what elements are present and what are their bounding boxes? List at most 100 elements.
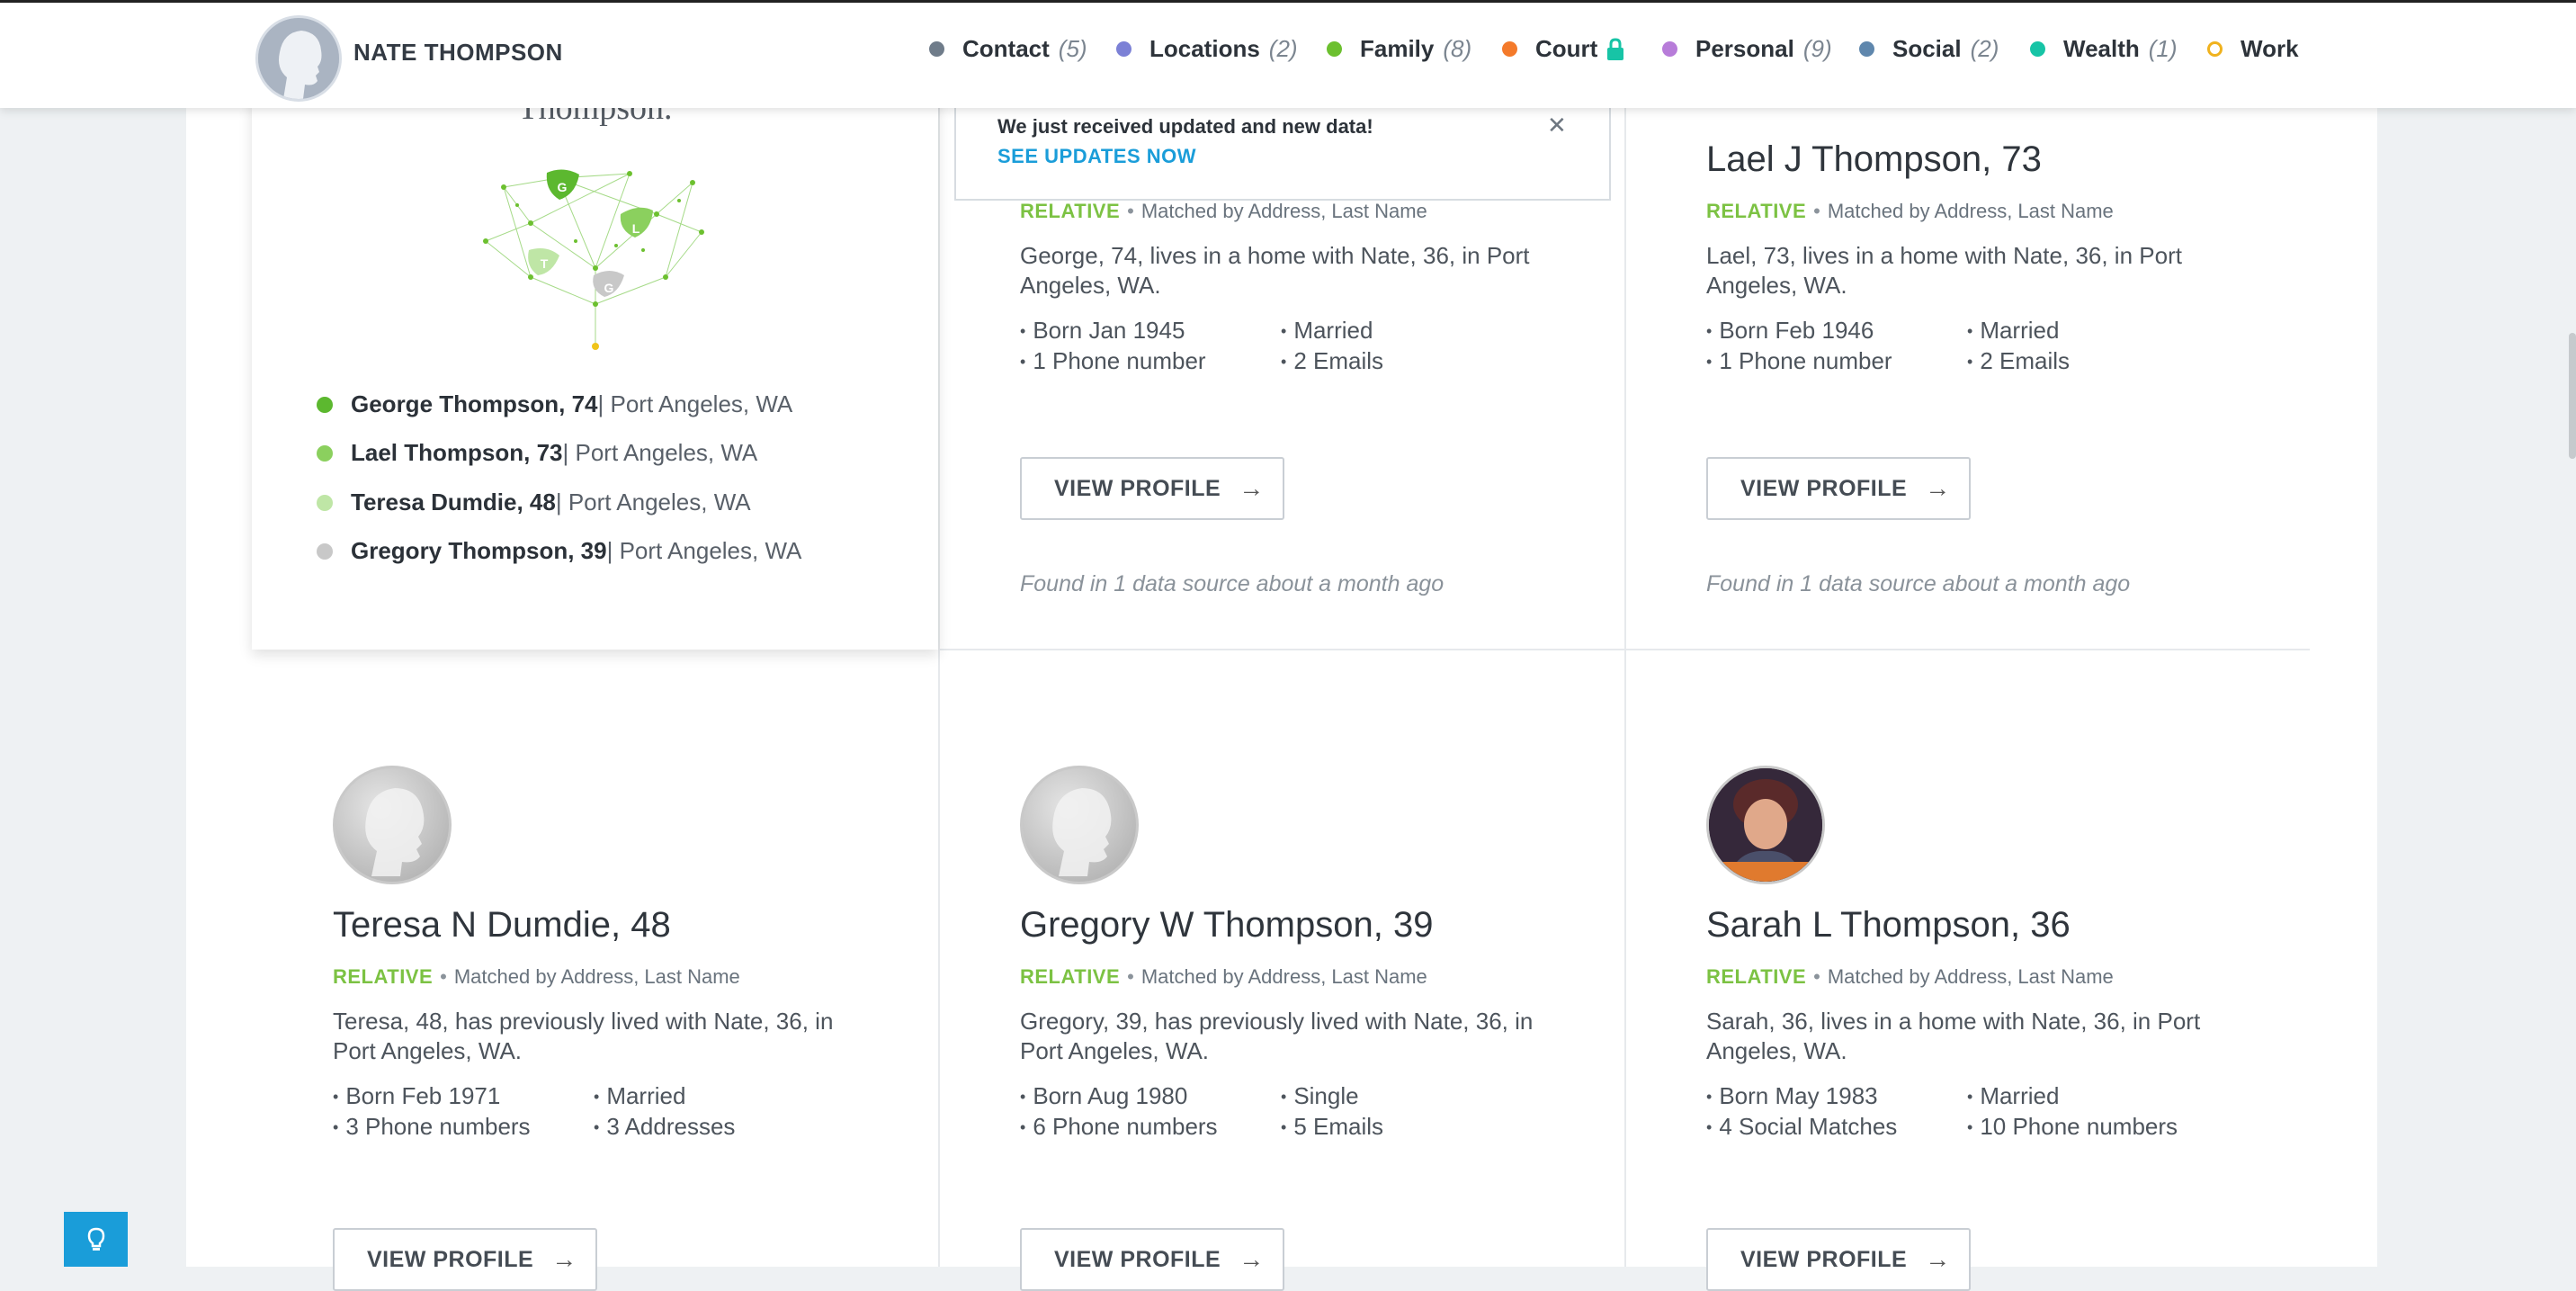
family-tree-graphic: G L T G <box>483 169 704 350</box>
fact-item: Born Feb 1946 <box>1706 317 1874 345</box>
nav-family[interactable]: Family (8) <box>1327 35 1471 63</box>
fact-item: Married <box>1967 1082 2059 1110</box>
relative-item[interactable]: Lael Thompson, 73 | Port Angeles, WA <box>317 439 757 467</box>
close-icon[interactable]: ✕ <box>1547 112 1567 139</box>
nav-personal[interactable]: Personal (9) <box>1662 35 1832 63</box>
fact-item: Married <box>1281 317 1373 345</box>
card-description: Teresa, 48, has previously lived with Na… <box>333 1008 834 1064</box>
relative-card-sarah: Sarah L Thompson, 36 RELATIVE • Matched by… <box>1706 766 2282 1291</box>
nav-label: Wealth <box>2063 35 2140 62</box>
nav-label: Locations <box>1149 35 1260 62</box>
person-avatar[interactable] <box>1020 766 1139 884</box>
column-divider <box>1624 105 1626 1267</box>
nav-court[interactable]: Court <box>1502 35 1624 63</box>
view-profile-button[interactable]: VIEW PROFILE → <box>1706 1228 1971 1291</box>
relative-tag: RELATIVE <box>1020 965 1121 988</box>
relative-item[interactable]: Gregory Thompson, 39 | Port Angeles, WA <box>317 537 801 565</box>
profile-silhouette-icon <box>365 788 425 876</box>
relative-name: Lael Thompson, 73 <box>351 439 563 466</box>
fact-item: Married <box>594 1082 685 1110</box>
profile-silhouette-icon <box>258 18 339 99</box>
relative-card-gregory: Gregory W Thompson, 39 RELATIVE • Matched … <box>1020 766 1596 1291</box>
fact-item: 5 Emails <box>1281 1113 1383 1141</box>
tree-leaf-label: G <box>604 281 614 295</box>
fact-item: Born Jan 1945 <box>1020 317 1185 345</box>
nav-count: (2) <box>1268 35 1298 62</box>
tree-leaf-label: L <box>632 221 640 236</box>
card-description: Lael, 73, lives in a home with Nate, 36,… <box>1706 242 2182 299</box>
relative-color-dot <box>317 444 333 462</box>
nav-social[interactable]: Social (2) <box>1859 35 1999 63</box>
relative-color-dot <box>317 396 333 413</box>
relative-location: | Port Angeles, WA <box>562 439 758 466</box>
view-profile-label: VIEW PROFILE <box>1740 475 1908 501</box>
nav-count: (1) <box>2148 35 2178 62</box>
see-updates-link[interactable]: SEE UPDATES NOW <box>997 145 1196 168</box>
view-profile-button[interactable]: VIEW PROFILE → <box>333 1228 597 1291</box>
fact-item: 2 Emails <box>1967 347 2070 375</box>
nav-count: (9) <box>1802 35 1832 62</box>
arrow-right-icon: → <box>551 1245 577 1273</box>
view-profile-button[interactable]: VIEW PROFILE → <box>1020 1228 1284 1291</box>
tree-leaf-label: G <box>558 180 568 194</box>
arrow-right-icon: → <box>1925 1245 1951 1273</box>
scrollbar-thumb[interactable] <box>2569 333 2576 459</box>
nav-contact[interactable]: Contact (5) <box>929 35 1087 63</box>
fact-item: 3 Addresses <box>594 1113 735 1141</box>
relative-item[interactable]: Teresa Dumdie, 48 | Port Angeles, WA <box>317 489 751 516</box>
nav-locations[interactable]: Locations (2) <box>1116 35 1298 63</box>
nav-work[interactable]: Work <box>2207 35 2299 63</box>
match-reason: Matched by Address, Last Name <box>1827 965 2114 988</box>
relative-tag: RELATIVE <box>1020 200 1121 222</box>
nav-label: Personal <box>1695 35 1794 62</box>
nav-label: Work <box>2241 35 2299 62</box>
match-line: RELATIVE • Matched by Address, Last Name <box>1020 965 1427 988</box>
card-description: Sarah, 36, lives in a home with Nate, 36… <box>1706 1008 2201 1064</box>
relative-location: | Port Angeles, WA <box>555 489 751 516</box>
nav-count: (5) <box>1058 35 1087 62</box>
match-line: RELATIVE • Matched by Address, Last Name <box>1706 200 2114 222</box>
view-profile-label: VIEW PROFILE <box>1740 1246 1908 1272</box>
help-button[interactable] <box>64 1212 128 1267</box>
nav-label: Court <box>1535 35 1598 62</box>
tree-leaf-label: T <box>541 256 549 271</box>
top-nav-bar: NATE THOMPSON Contact (5) Locations (2) … <box>0 0 2576 108</box>
nav-label: Family <box>1360 35 1435 62</box>
person-photo[interactable] <box>1706 766 1825 884</box>
relative-name: Teresa Dumdie, 48 <box>351 489 556 516</box>
data-source-note: Found in 1 data source about a month ago <box>1706 571 2131 596</box>
person-avatar[interactable] <box>333 766 452 884</box>
card-description: Gregory, 39, has previously lived with N… <box>1020 1008 1534 1064</box>
profile-silhouette-icon <box>1052 788 1112 876</box>
category-dot <box>1327 41 1342 57</box>
person-name[interactable]: Gregory W Thompson, 39 <box>1020 905 1433 946</box>
relative-location: | Port Angeles, WA <box>606 537 802 564</box>
fact-item: 3 Phone numbers <box>333 1113 530 1141</box>
category-dot <box>1502 41 1517 57</box>
row-divider <box>938 649 2310 650</box>
category-dot <box>2207 41 2223 57</box>
view-profile-button[interactable]: VIEW PROFILE → <box>1020 457 1284 520</box>
nav-count: (8) <box>1443 35 1472 62</box>
nav-label: Contact <box>962 35 1050 62</box>
arrow-right-icon: → <box>1239 474 1265 502</box>
category-dot <box>2030 41 2045 57</box>
fact-item: Born May 1983 <box>1706 1082 1877 1110</box>
fact-item: Single <box>1281 1082 1358 1110</box>
nav-wealth[interactable]: Wealth (1) <box>2030 35 2178 63</box>
person-name[interactable]: Sarah L Thompson, 36 <box>1706 905 2071 946</box>
user-avatar[interactable] <box>255 15 342 102</box>
person-photo-image <box>1709 768 1822 882</box>
lightbulb-icon <box>87 1227 104 1251</box>
relative-card-teresa: Teresa N Dumdie, 48 RELATIVE • Matched by … <box>333 766 908 1291</box>
column-divider <box>938 105 940 1267</box>
fact-item: 1 Phone number <box>1020 347 1205 375</box>
fact-item: 4 Social Matches <box>1706 1113 1897 1141</box>
category-dot <box>1859 41 1874 57</box>
fact-item: 6 Phone numbers <box>1020 1113 1217 1141</box>
person-name[interactable]: Teresa N Dumdie, 48 <box>333 905 671 946</box>
person-name[interactable]: Lael J Thompson, 73 <box>1706 139 2042 180</box>
fact-item: 1 Phone number <box>1706 347 1892 375</box>
relative-item[interactable]: George Thompson, 74 | Port Angeles, WA <box>317 390 792 418</box>
view-profile-button[interactable]: VIEW PROFILE → <box>1706 457 1971 520</box>
